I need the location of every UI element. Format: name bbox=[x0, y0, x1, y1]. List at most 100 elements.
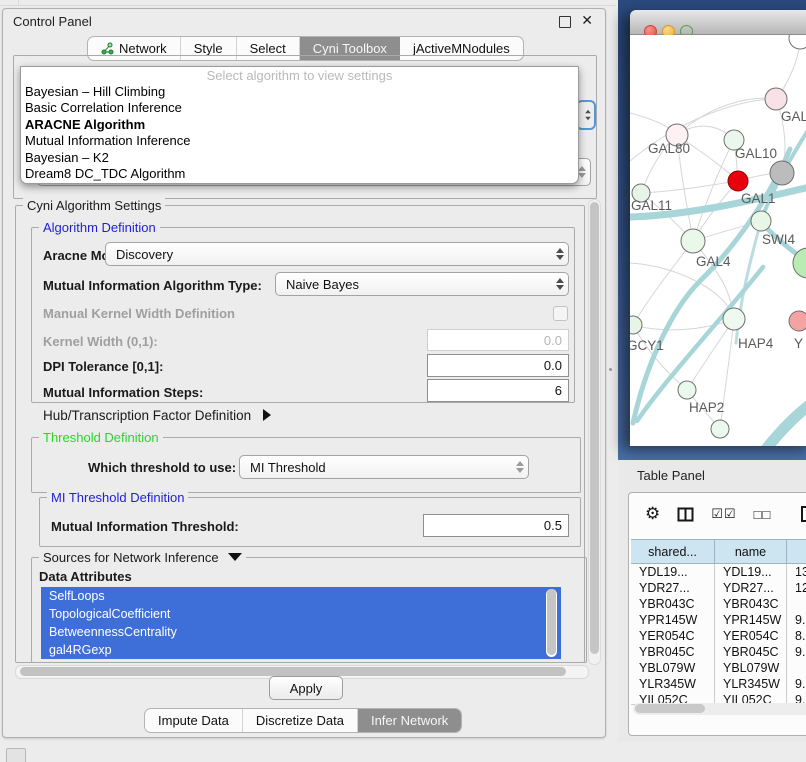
dpi-tolerance-value: 0.0 bbox=[544, 358, 562, 373]
tab-style-label: Style bbox=[194, 41, 223, 56]
node-hap2[interactable] bbox=[678, 381, 696, 399]
attribute-item[interactable]: SelfLoops bbox=[41, 587, 561, 605]
column-header-name[interactable]: name bbox=[715, 540, 787, 563]
stepper-icon bbox=[556, 278, 564, 290]
mi-type-combo[interactable]: Naive Bayes bbox=[275, 272, 569, 296]
table-panel-title: Table Panel bbox=[637, 468, 705, 483]
algorithm-option[interactable]: Bayesian – Hill Climbing bbox=[21, 84, 578, 100]
top-tick bbox=[18, 0, 19, 5]
cell-shared-name: YBL079W bbox=[631, 660, 715, 676]
cell-shared-name: YBR043C bbox=[631, 596, 715, 612]
manual-kernel-label: Manual Kernel Width Definition bbox=[43, 306, 235, 321]
data-attributes-list[interactable]: SelfLoops TopologicalCoefficient Between… bbox=[41, 587, 561, 659]
algorithm-combo-stepper[interactable] bbox=[576, 100, 596, 130]
column-header-shared[interactable]: shared... bbox=[631, 540, 715, 563]
node-hap4[interactable] bbox=[723, 308, 745, 330]
algorithm-option[interactable]: Mutual Information Inference bbox=[21, 133, 578, 149]
close-icon[interactable]: ✕ bbox=[581, 12, 593, 29]
manual-kernel-checkbox[interactable] bbox=[553, 306, 568, 321]
label-gal10: GAL10 bbox=[735, 146, 777, 161]
label-y-partial: Y bbox=[794, 336, 803, 351]
stepper-icon bbox=[578, 166, 586, 178]
cell-name: YBL079W bbox=[715, 660, 787, 676]
gear-icon[interactable]: ⚙ bbox=[645, 504, 660, 524]
tab-infer-network[interactable]: Infer Network bbox=[358, 709, 461, 732]
table-row[interactable]: YER054C YER054C 8. bbox=[631, 628, 806, 644]
node-swi4[interactable] bbox=[751, 211, 771, 231]
table-header-row: shared... name bbox=[631, 539, 806, 564]
which-threshold-label: Which threshold to use: bbox=[88, 460, 236, 475]
attribute-item[interactable]: gal4RGexp bbox=[41, 641, 561, 659]
apply-button[interactable]: Apply bbox=[269, 676, 343, 700]
cell-name: YLR345W bbox=[715, 676, 787, 692]
new-table-icon[interactable] bbox=[800, 505, 806, 523]
algorithm-option[interactable]: ARACNE Algorithm bbox=[21, 117, 578, 133]
stepper-icon bbox=[516, 461, 524, 473]
network-icon bbox=[101, 42, 114, 55]
kernel-width-field[interactable]: 0.0 bbox=[427, 329, 569, 351]
cell-value: 9. bbox=[787, 676, 806, 692]
splitter-handle[interactable] bbox=[609, 368, 612, 371]
mi-threshold-label: Mutual Information Threshold: bbox=[51, 519, 239, 534]
table-horizontal-scrollbar[interactable] bbox=[633, 703, 806, 715]
node-gal-partial[interactable] bbox=[765, 88, 787, 110]
node-gcy1[interactable] bbox=[630, 316, 642, 334]
dpi-tolerance-field[interactable]: 0.0 bbox=[427, 354, 569, 377]
cell-shared-name: YLR345W bbox=[631, 676, 715, 692]
collapse-down-icon bbox=[228, 553, 242, 561]
attributes-scrollbar[interactable] bbox=[546, 589, 557, 657]
mi-steps-field[interactable]: 6 bbox=[427, 379, 569, 402]
attribute-item[interactable]: TopologicalCoefficient bbox=[41, 605, 561, 623]
panel-grip[interactable] bbox=[6, 748, 26, 762]
apply-button-label: Apply bbox=[290, 681, 323, 696]
node-gal1[interactable] bbox=[728, 171, 748, 191]
deselect-all-checkboxes-icon[interactable]: □□ bbox=[754, 507, 772, 522]
aracne-mode-combo[interactable]: Discovery bbox=[105, 242, 569, 266]
tab-impute-data[interactable]: Impute Data bbox=[145, 709, 243, 732]
algorithm-option[interactable]: Basic Correlation Inference bbox=[21, 100, 578, 116]
float-window-icon[interactable] bbox=[559, 16, 571, 28]
node-gal4[interactable] bbox=[681, 229, 705, 253]
table-row[interactable]: YLR345W YLR345W 9. bbox=[631, 676, 806, 692]
hub-definition-toggle[interactable]: Hub/Transcription Factor Definition bbox=[43, 408, 271, 423]
network-canvas[interactable]: GAL GAL80 GAL10 GAL1 GAL11 GAL4 SWI4 GCY… bbox=[630, 35, 806, 446]
columns-icon[interactable] bbox=[677, 507, 694, 522]
column-header-clipped[interactable] bbox=[787, 540, 806, 563]
select-all-checkboxes-icon[interactable]: ☑☑ bbox=[711, 506, 736, 522]
aracne-mode-value: Discovery bbox=[116, 247, 173, 262]
attribute-item[interactable]: BetweennessCentrality bbox=[41, 623, 561, 641]
cell-shared-name: YBR045C bbox=[631, 644, 715, 660]
table-body[interactable]: YDL19... YDL19... 13 YDR27... YDR27... 1… bbox=[631, 564, 806, 705]
cell-shared-name: YDL19... bbox=[631, 564, 715, 580]
tab-discretize-data[interactable]: Discretize Data bbox=[243, 709, 358, 732]
table-panel-body: ⚙ ☑☑ □□ shared... name bbox=[628, 492, 806, 736]
which-threshold-combo[interactable]: MI Threshold bbox=[239, 455, 529, 479]
settings-vertical-scrollbar[interactable] bbox=[588, 199, 601, 665]
cell-name: YBR043C bbox=[715, 596, 787, 612]
table-row[interactable]: YDL19... YDL19... 13 bbox=[631, 564, 806, 580]
table-row[interactable]: YBR045C YBR045C 9. bbox=[631, 644, 806, 660]
table-row[interactable]: YBR043C YBR043C bbox=[631, 596, 806, 612]
node-bottom-partial[interactable] bbox=[711, 420, 729, 438]
dropdown-prompt: Select algorithm to view settings bbox=[21, 67, 578, 84]
sources-title[interactable]: Sources for Network Inference bbox=[39, 550, 246, 565]
node-unlabeled-top[interactable] bbox=[789, 35, 806, 49]
network-window-titlebar[interactable] bbox=[630, 10, 806, 35]
tab-cyni-toolbox-label: Cyni Toolbox bbox=[313, 41, 387, 56]
cell-value bbox=[787, 596, 806, 612]
which-threshold-value: MI Threshold bbox=[250, 460, 326, 475]
algorithm-option[interactable]: Bayesian – K2 bbox=[21, 150, 578, 166]
label-gal80: GAL80 bbox=[648, 141, 690, 156]
kernel-width-value: 0.0 bbox=[544, 333, 562, 348]
mi-threshold-field[interactable]: 0.5 bbox=[423, 514, 569, 537]
table-row[interactable]: YDR27... YDR27... 12 bbox=[631, 580, 806, 596]
table-row[interactable]: YPR145W YPR145W 9. bbox=[631, 612, 806, 628]
tab-infer-network-label: Infer Network bbox=[371, 713, 448, 728]
dpi-tolerance-label: DPI Tolerance [0,1]: bbox=[43, 359, 163, 374]
screen: Control Panel ✕ Network Style Select Cyn… bbox=[0, 0, 806, 762]
table-row[interactable]: YBL079W YBL079W bbox=[631, 660, 806, 676]
node-salmon[interactable] bbox=[789, 311, 806, 331]
network-graph[interactable]: GAL GAL80 GAL10 GAL1 GAL11 GAL4 SWI4 GCY… bbox=[630, 35, 806, 446]
node-gray[interactable] bbox=[770, 161, 794, 185]
algorithm-option[interactable]: Dream8 DC_TDC Algorithm bbox=[21, 166, 578, 182]
